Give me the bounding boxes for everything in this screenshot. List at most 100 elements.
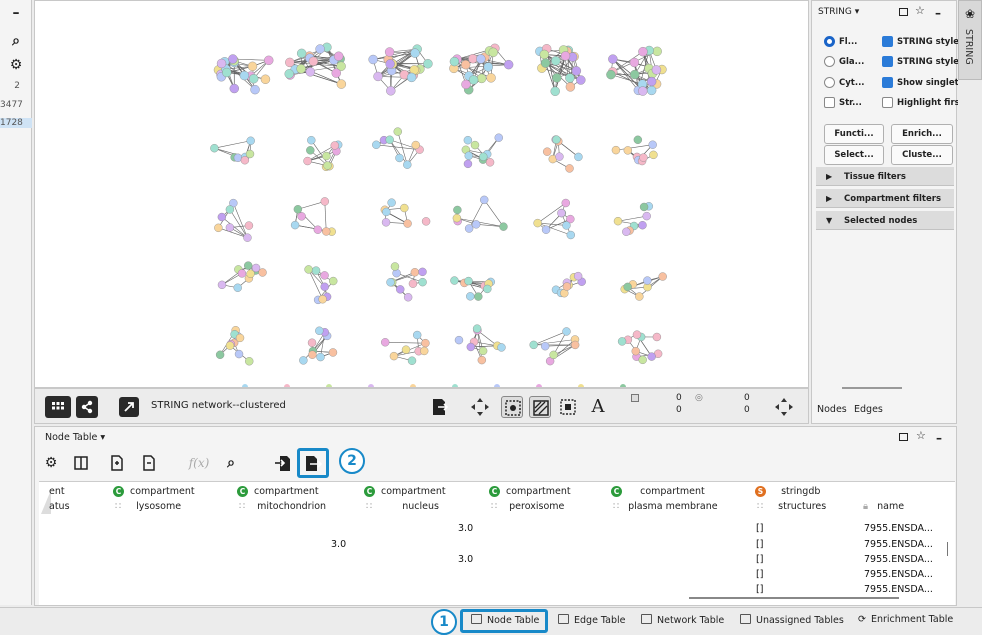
network-node[interactable] <box>494 133 503 142</box>
network-node[interactable] <box>565 82 576 92</box>
highlight-first-checkbox[interactable]: Highlight firs <box>882 97 958 111</box>
network-node[interactable] <box>472 324 482 333</box>
network-edge[interactable] <box>483 199 504 227</box>
network-node[interactable] <box>385 135 394 144</box>
network-cluster[interactable] <box>620 272 667 301</box>
network-node[interactable] <box>239 70 250 81</box>
network-node[interactable] <box>638 46 648 57</box>
network-cluster[interactable] <box>617 330 663 365</box>
network-node[interactable] <box>382 207 391 217</box>
network-node[interactable] <box>308 56 319 67</box>
network-node[interactable] <box>638 355 647 365</box>
network-node[interactable] <box>418 277 427 287</box>
cluster-button[interactable]: Cluste... <box>891 145 953 165</box>
function-builder-icon[interactable]: f(x) <box>183 453 215 473</box>
network-node[interactable] <box>389 351 399 361</box>
network-node[interactable] <box>463 159 473 169</box>
network-node[interactable] <box>407 356 417 365</box>
network-node[interactable] <box>225 341 235 350</box>
layout-radio-gla[interactable]: Gla... <box>824 56 882 70</box>
network-node[interactable] <box>250 84 260 95</box>
network-node[interactable] <box>408 279 418 288</box>
network-node[interactable] <box>533 218 542 228</box>
network-node[interactable] <box>471 220 481 229</box>
network-node[interactable] <box>264 55 274 66</box>
import-table-icon[interactable] <box>273 453 293 473</box>
network-node[interactable] <box>562 327 571 336</box>
network-node[interactable] <box>452 213 462 223</box>
network-node[interactable] <box>418 267 427 277</box>
network-node[interactable] <box>313 225 323 234</box>
grid-view-icon[interactable] <box>45 396 71 418</box>
network-node[interactable] <box>562 221 571 230</box>
network-node[interactable] <box>611 145 621 155</box>
network-node[interactable] <box>557 208 566 218</box>
network-node[interactable] <box>215 350 225 359</box>
network-node[interactable] <box>565 164 574 173</box>
cell-structures[interactable]: [] <box>756 539 763 550</box>
network-node[interactable] <box>550 86 560 96</box>
network-edge[interactable] <box>214 140 251 149</box>
network-node[interactable] <box>311 266 321 275</box>
network-node[interactable] <box>540 341 550 351</box>
export-table-icon[interactable] <box>303 453 323 473</box>
fit-content-icon[interactable] <box>469 396 491 418</box>
network-node[interactable] <box>608 54 618 64</box>
network-node[interactable] <box>225 223 235 232</box>
network-node[interactable] <box>296 48 307 59</box>
cell-nucleus[interactable]: 3.0 <box>458 554 473 565</box>
network-node[interactable] <box>210 143 219 153</box>
column-header-mitochondrion[interactable]: Ccompartment ∷ mitochondrion <box>237 484 357 518</box>
tab-enrichment-table[interactable]: ⟳ Enrichment Table <box>858 614 953 625</box>
network-node[interactable] <box>540 58 551 68</box>
select-button[interactable]: Select... <box>824 145 884 165</box>
network-node[interactable] <box>305 67 316 77</box>
network-node[interactable] <box>642 211 651 221</box>
cell-structures[interactable]: [] <box>756 584 763 595</box>
network-node[interactable] <box>652 46 662 57</box>
network-cluster[interactable] <box>214 198 254 242</box>
selected-nodes-section[interactable]: ▼ Selected nodes <box>816 211 954 230</box>
network-node[interactable] <box>381 218 391 227</box>
network-node[interactable] <box>420 346 429 356</box>
string-style-checkbox-1[interactable]: STRING style <box>882 36 958 50</box>
layout-radio-fl[interactable]: Fl... <box>824 36 882 50</box>
network-node[interactable] <box>573 271 583 281</box>
annotation-frame-icon[interactable] <box>557 396 579 418</box>
functional-enrichment-button[interactable]: Functi... <box>824 124 884 144</box>
network-node[interactable] <box>476 73 487 84</box>
tab-network-table[interactable]: Network Table <box>641 614 724 626</box>
network-node[interactable] <box>639 153 648 162</box>
tab-edges[interactable]: Edges <box>854 404 883 415</box>
network-node[interactable] <box>386 278 395 287</box>
network-node[interactable] <box>410 268 420 277</box>
network-node[interactable] <box>245 357 254 366</box>
network-node[interactable] <box>222 67 232 78</box>
cell-structures[interactable]: [] <box>756 523 763 534</box>
enrichment-button[interactable]: Enrich... <box>891 124 953 144</box>
compartment-filters-section[interactable]: ▶ Compartment filters <box>816 189 954 208</box>
network-cluster[interactable] <box>386 262 427 302</box>
network-node[interactable] <box>483 62 493 72</box>
network-node[interactable] <box>411 140 420 150</box>
network-node[interactable] <box>214 223 223 233</box>
network-node[interactable] <box>651 65 662 75</box>
network-node[interactable] <box>307 136 316 145</box>
network-node[interactable] <box>633 135 643 144</box>
network-cluster[interactable] <box>215 326 254 366</box>
network-node[interactable] <box>658 272 667 281</box>
network-node[interactable] <box>623 282 632 292</box>
network-node[interactable] <box>479 152 488 161</box>
node-table[interactable]: ent atus Ccompartment ∷ lysosome Ccompart… <box>39 481 955 605</box>
show-columns-icon[interactable] <box>71 453 91 473</box>
network-cluster[interactable] <box>452 195 508 233</box>
network-node[interactable] <box>410 48 420 58</box>
network-cluster[interactable] <box>533 198 575 240</box>
column-header-name[interactable]: 🔒︎ name <box>861 484 951 518</box>
network-node[interactable] <box>643 276 652 285</box>
network-node[interactable] <box>632 330 642 339</box>
tissue-filters-section[interactable]: ▶ Tissue filters <box>816 167 954 186</box>
network-cluster[interactable] <box>535 44 586 96</box>
cell-structures[interactable]: [] <box>756 569 763 580</box>
cell-name[interactable]: 7955.ENSDA... <box>864 554 933 565</box>
